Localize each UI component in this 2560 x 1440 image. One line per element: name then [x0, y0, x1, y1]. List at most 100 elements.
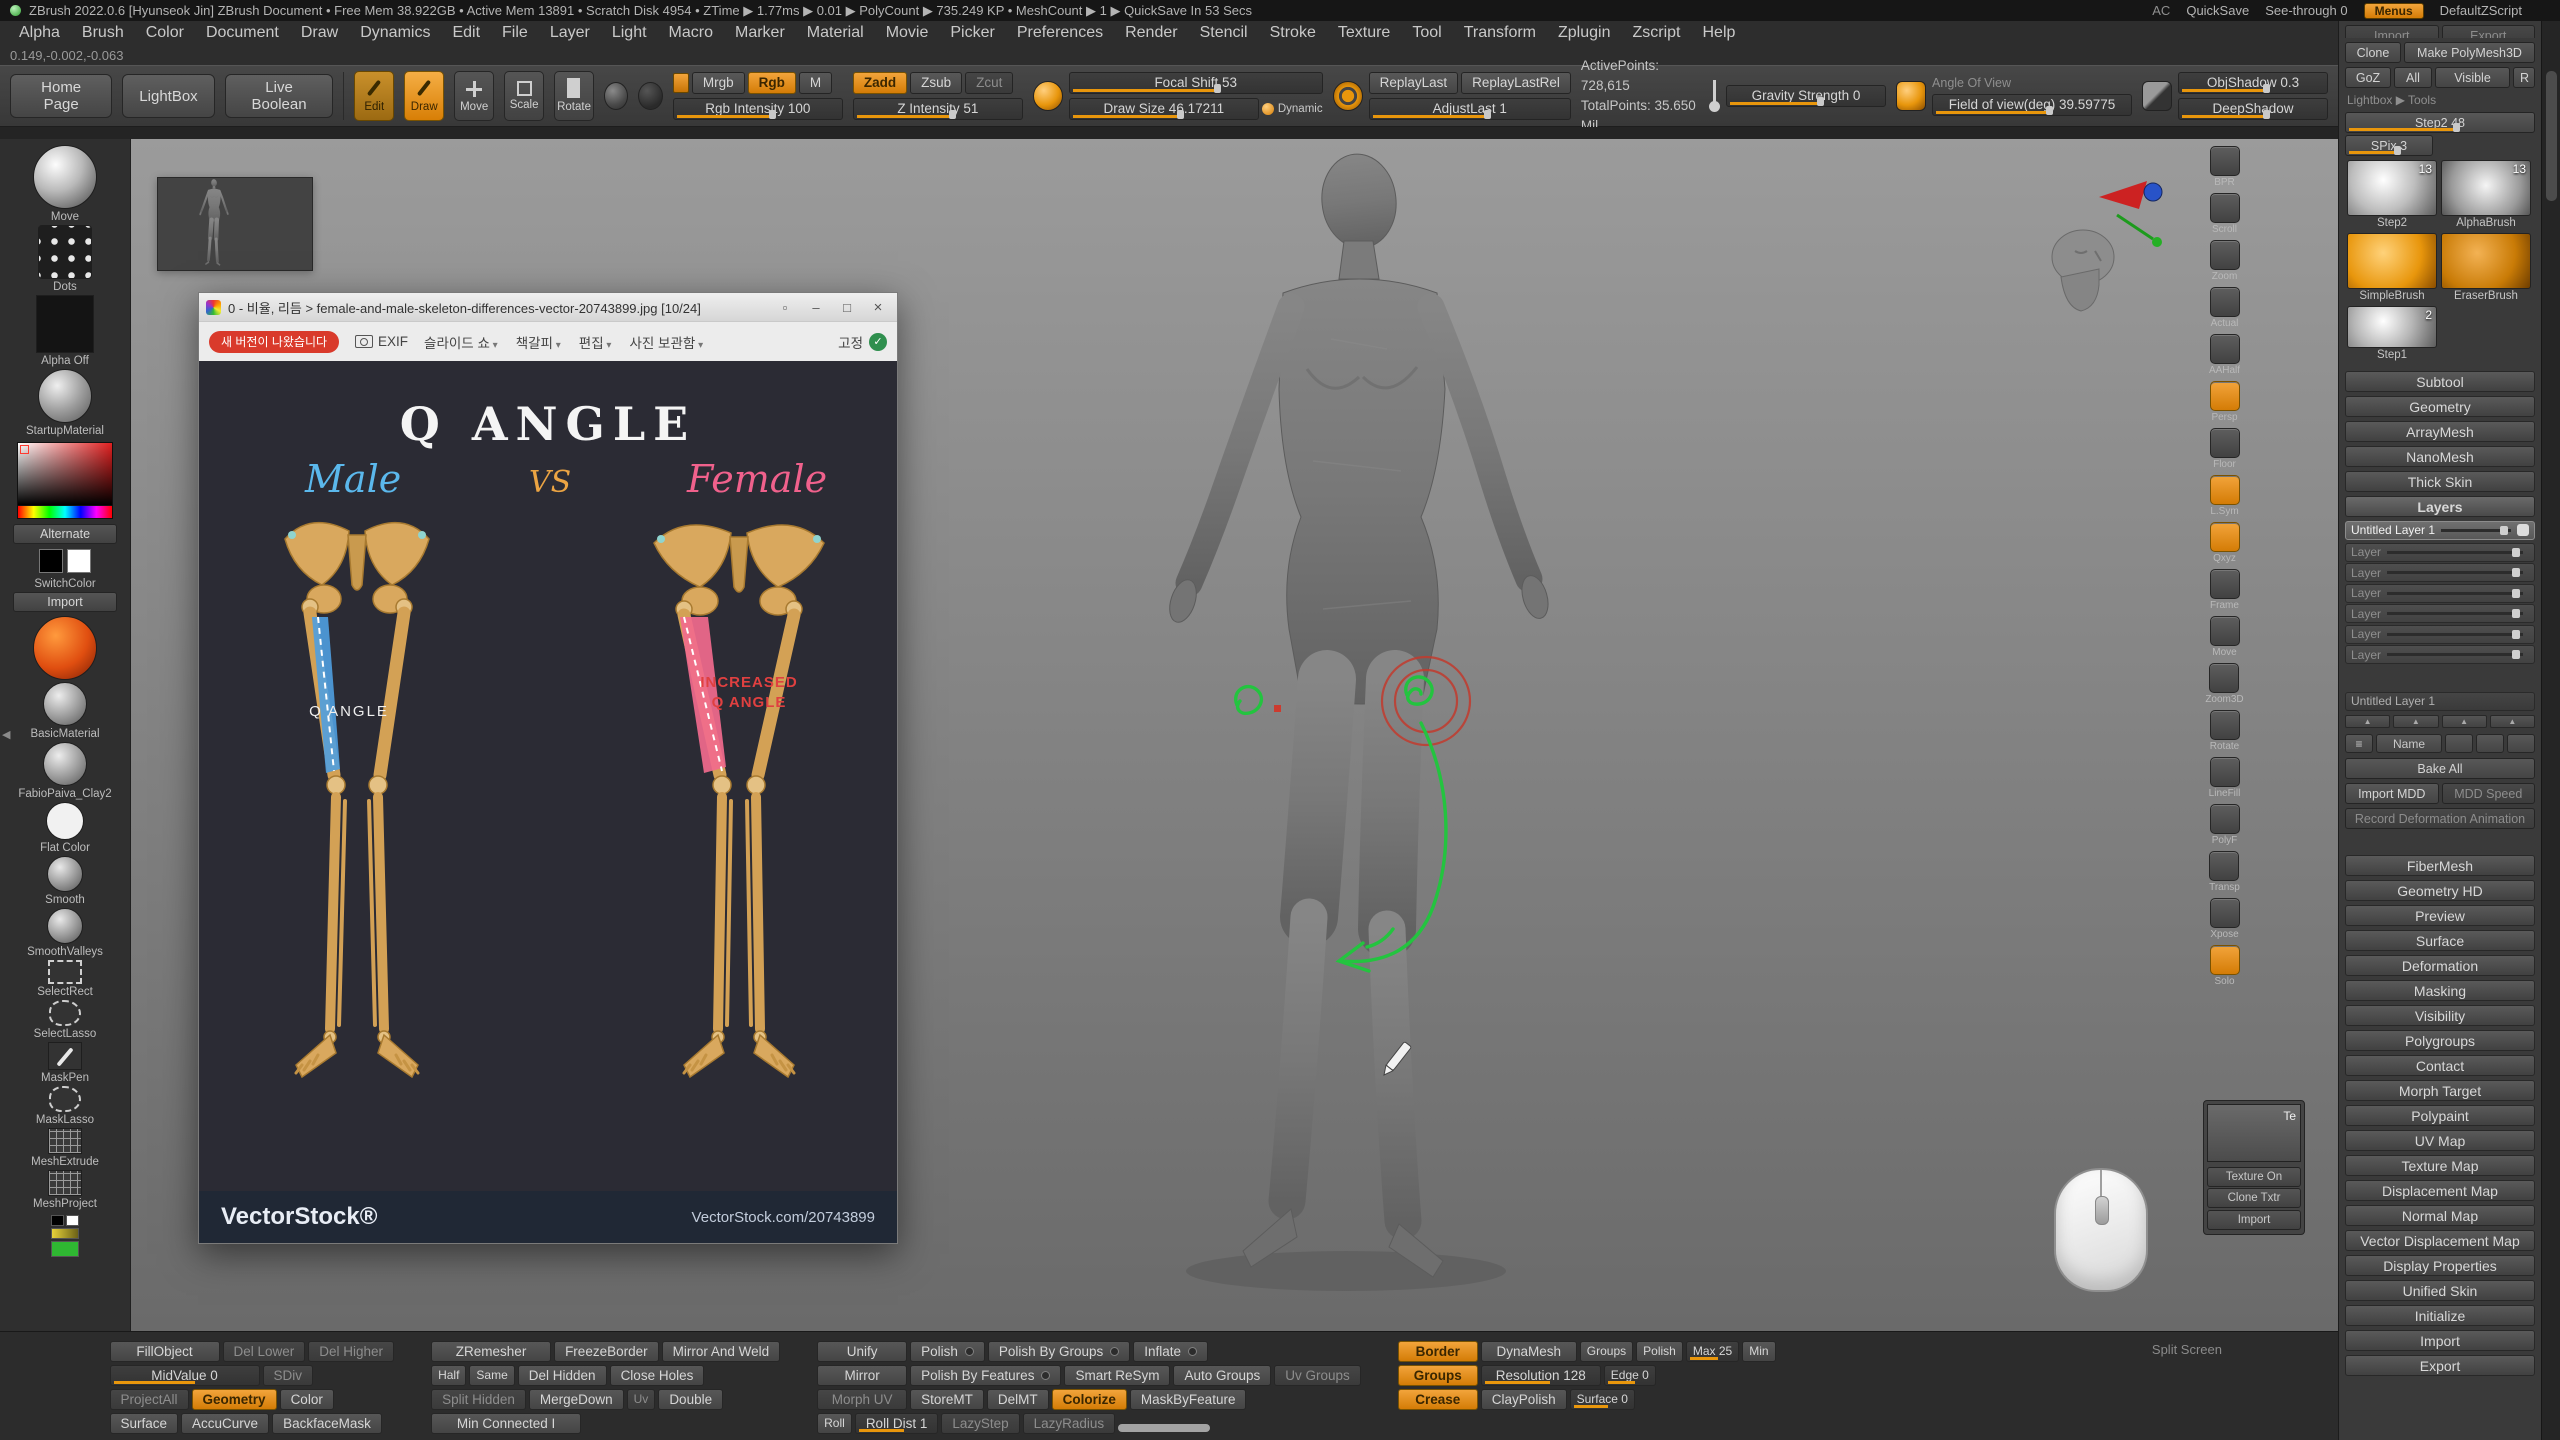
- tool-section-button[interactable]: ArrayMesh: [2345, 421, 2535, 442]
- shelf-button[interactable]: FillObject: [110, 1341, 220, 1362]
- viewport-control[interactable]: Floor: [2210, 428, 2240, 470]
- shelf-button[interactable]: Min: [1742, 1341, 1775, 1362]
- viewer-menu-item[interactable]: 편집: [579, 332, 612, 352]
- layer-row[interactable]: Layer: [2345, 543, 2535, 562]
- menu-item[interactable]: Edit: [441, 24, 491, 42]
- layer-row[interactable]: Layer: [2345, 563, 2535, 582]
- layer-arrow[interactable]: ▲: [2442, 715, 2487, 728]
- menu-item[interactable]: Zplugin: [1547, 24, 1621, 42]
- shelf-button[interactable]: SDiv: [263, 1365, 314, 1386]
- split-screen-label[interactable]: Split Screen: [2152, 1342, 2222, 1357]
- viewport-control[interactable]: Rotate: [2210, 710, 2240, 752]
- viewport-control[interactable]: Transp: [2209, 851, 2240, 893]
- shelf-button[interactable]: Smart ReSym: [1064, 1365, 1170, 1386]
- tool-section-button[interactable]: Geometry: [2345, 396, 2535, 417]
- left-shelf-item[interactable]: BasicMaterial: [18, 682, 111, 740]
- layer-row[interactable]: Layer: [2345, 584, 2535, 603]
- layer-arrow[interactable]: ▲: [2345, 715, 2390, 728]
- tool-section-button[interactable]: Deformation: [2345, 955, 2535, 976]
- shelf-button[interactable]: Del Hidden: [518, 1365, 607, 1386]
- viewport-control[interactable]: Xpose: [2210, 898, 2240, 940]
- left-shelf-item[interactable]: MeshExtrude: [18, 1128, 111, 1168]
- shelf-button[interactable]: Edge 0: [1604, 1365, 1656, 1386]
- viewport-control[interactable]: LineFill: [2209, 757, 2241, 799]
- scale-button[interactable]: Scale: [504, 71, 544, 121]
- shelf-button[interactable]: Morph UV: [817, 1389, 907, 1410]
- menu-item[interactable]: Document: [195, 24, 290, 42]
- shelf-button[interactable]: Mirror And Weld: [662, 1341, 781, 1362]
- step2-slider[interactable]: Step2 48: [2345, 112, 2535, 133]
- left-shelf-item[interactable]: MaskPen: [18, 1042, 111, 1084]
- tool-section-button[interactable]: Morph Target: [2345, 1080, 2535, 1101]
- mini-palette[interactable]: [51, 1215, 79, 1257]
- switch-color-label[interactable]: SwitchColor: [34, 578, 95, 590]
- viewport-control[interactable]: BPR: [2210, 146, 2240, 188]
- replay-last-rel-button[interactable]: ReplayLastRel: [1461, 72, 1571, 94]
- menu-item[interactable]: Marker: [724, 24, 796, 42]
- draw-button[interactable]: Draw: [404, 71, 444, 121]
- left-shelf-item[interactable]: MeshProject: [18, 1170, 111, 1210]
- shelf-button[interactable]: Polish: [1636, 1341, 1683, 1362]
- layer-row[interactable]: Layer: [2345, 625, 2535, 644]
- texture-thumbnail[interactable]: Te: [2207, 1104, 2301, 1162]
- horizontal-scrollbar[interactable]: [1118, 1424, 1210, 1432]
- menu-item[interactable]: Macro: [658, 24, 724, 42]
- layer-copy-icon[interactable]: [2445, 734, 2473, 753]
- shelf-button[interactable]: Close Holes: [610, 1365, 705, 1386]
- viewport-control[interactable]: Zoom: [2210, 240, 2240, 282]
- layer-strength-slider[interactable]: [2387, 633, 2523, 636]
- shelf-button[interactable]: Border: [1398, 1341, 1478, 1362]
- brush-thumb[interactable]: EraserBrush: [2441, 233, 2531, 302]
- tray-top-button[interactable]: Import: [2345, 25, 2439, 38]
- tool-section-button[interactable]: Export: [2345, 1355, 2535, 1376]
- tray-top-button[interactable]: Export: [2442, 25, 2536, 38]
- layer-delete-icon[interactable]: [2507, 734, 2535, 753]
- left-shelf-item[interactable]: FabioPaiva_Clay2: [18, 742, 111, 800]
- tool-section-button[interactable]: Surface: [2345, 930, 2535, 951]
- tool-section-button[interactable]: Texture Map: [2345, 1155, 2535, 1176]
- layer-paste-icon[interactable]: [2476, 734, 2504, 753]
- viewport-control[interactable]: Qxyz: [2210, 522, 2240, 564]
- mdd-speed-button[interactable]: MDD Speed: [2442, 783, 2536, 804]
- mrgb-button[interactable]: Mrgb: [692, 72, 745, 94]
- menu-item[interactable]: Dynamics: [349, 24, 441, 42]
- shelf-button[interactable]: Roll: [817, 1413, 852, 1434]
- layer-row[interactable]: Layer: [2345, 604, 2535, 623]
- obj-shadow-slider[interactable]: ObjShadow 0.3: [2178, 72, 2328, 94]
- gravity-slider[interactable]: Gravity Strength 0: [1726, 85, 1886, 107]
- left-shelf-item[interactable]: Alpha Off: [26, 295, 104, 367]
- alternate-button[interactable]: Alternate: [13, 524, 117, 544]
- focal-shift-slider[interactable]: Focal Shift 53: [1069, 72, 1323, 94]
- viewport-control[interactable]: AAHalf: [2209, 334, 2240, 376]
- shelf-button[interactable]: Uv Groups: [1274, 1365, 1361, 1386]
- move-button[interactable]: Move: [454, 71, 494, 121]
- menu-item[interactable]: Stencil: [1189, 24, 1259, 42]
- texture-panel-button[interactable]: Import: [2207, 1210, 2301, 1230]
- secondary-color-swatch[interactable]: [67, 549, 91, 573]
- shelf-button[interactable]: LazyRadius: [1023, 1413, 1116, 1434]
- replay-icon[interactable]: [1333, 81, 1363, 111]
- layer-strength-slider[interactable]: [2387, 551, 2523, 554]
- menu-item[interactable]: Transform: [1453, 24, 1547, 42]
- shelf-button[interactable]: Surface: [110, 1413, 179, 1434]
- layer-row-selected[interactable]: Untitled Layer 1: [2345, 521, 2535, 540]
- shelf-button[interactable]: Polish By Groups: [988, 1341, 1130, 1362]
- see-through-slider[interactable]: See-through 0: [2265, 3, 2347, 18]
- shelf-button[interactable]: Same: [469, 1365, 514, 1386]
- shelf-button[interactable]: Max 25: [1686, 1341, 1739, 1362]
- menu-item[interactable]: Brush: [71, 24, 135, 42]
- viewer-menu-item[interactable]: 책갈피: [516, 332, 561, 352]
- focal-shift-icon[interactable]: [1033, 81, 1063, 111]
- shelf-button[interactable]: Groups: [1398, 1365, 1478, 1386]
- rotate-button[interactable]: Rotate: [554, 71, 594, 121]
- layer-arrow[interactable]: ▲: [2393, 715, 2438, 728]
- layer-strength-slider[interactable]: [2387, 653, 2523, 656]
- minimize-icon[interactable]: [804, 300, 828, 315]
- shelf-button[interactable]: Roll Dist 1: [855, 1413, 939, 1434]
- tool-section-button[interactable]: NanoMesh: [2345, 446, 2535, 467]
- angle-of-view-icon[interactable]: [1896, 81, 1926, 111]
- texture-panel-button[interactable]: Clone Txtr: [2207, 1188, 2301, 1208]
- brush-thumb[interactable]: SimpleBrush: [2347, 233, 2437, 302]
- menu-item[interactable]: Layer: [539, 24, 601, 42]
- shelf-button[interactable]: Colorize: [1052, 1389, 1127, 1410]
